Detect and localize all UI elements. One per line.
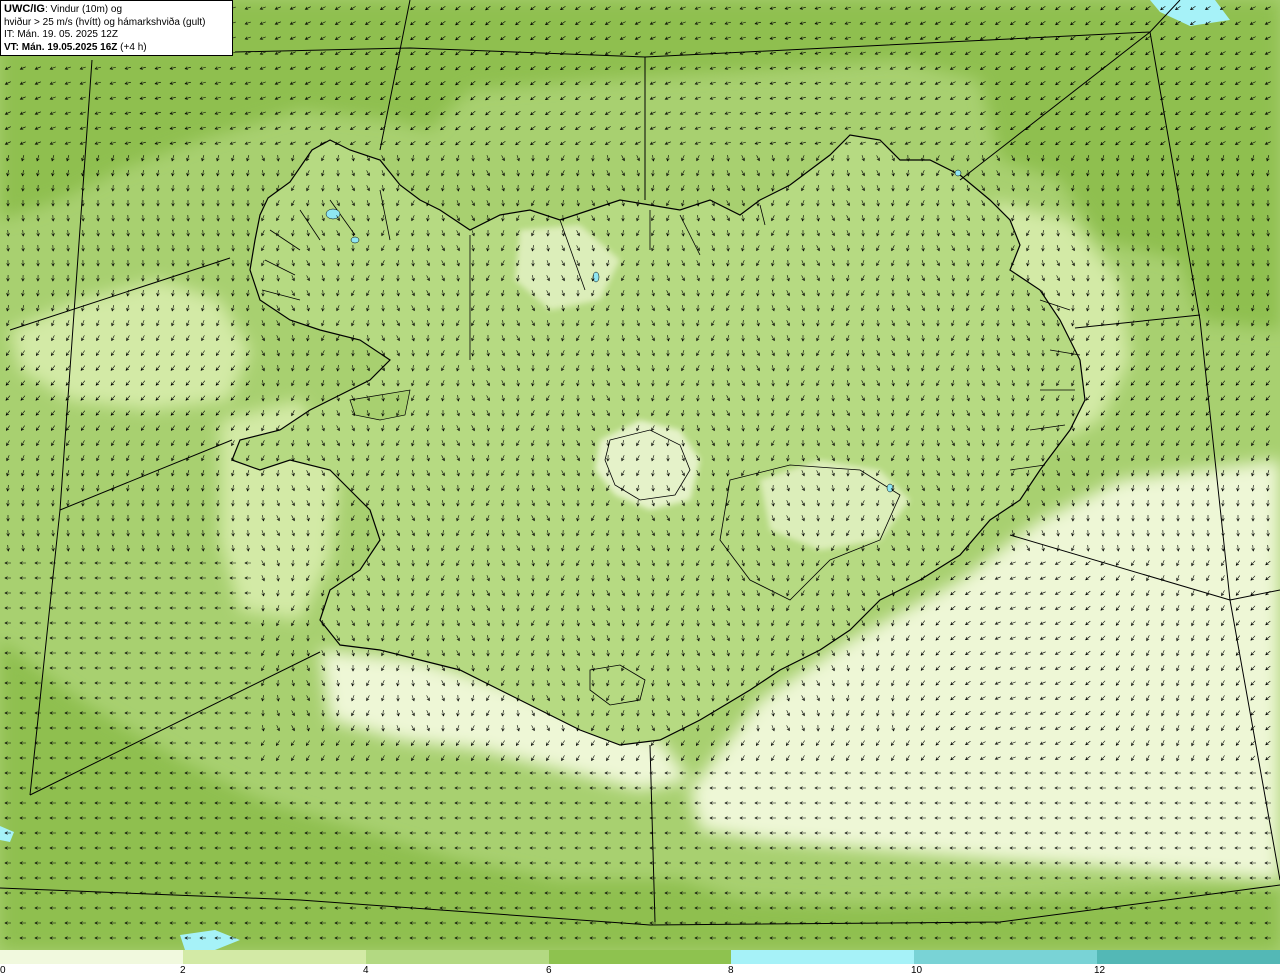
info-line-3: IT: Mán. 19. 05. 2025 12Z <box>4 29 118 40</box>
variable-text: : Vindur (10m) og <box>44 4 123 15</box>
wind-map: UWC/IG: Vindur (10m) og hviður > 25 m/s … <box>0 0 1280 950</box>
legend-swatch <box>548 950 732 964</box>
lead-time: (+4 h) <box>117 41 147 53</box>
legend-tick-label: 8 <box>728 965 734 976</box>
legend-swatch <box>1097 950 1280 964</box>
lake <box>954 169 962 177</box>
valid-time: VT: Mán. 19.05.2025 16Z <box>4 41 118 53</box>
info-line-4: VT: Mán. 19.05.2025 16Z (+4 h) <box>4 42 229 55</box>
legend-bar <box>0 950 1280 964</box>
legend-ticks: 0 2 4 6 8 10 12 <box>0 964 1280 978</box>
lake <box>592 271 600 283</box>
legend-swatch <box>0 950 183 964</box>
legend-swatch <box>914 950 1098 964</box>
legend-tick-label: 10 <box>911 965 923 976</box>
legend-tick-label: 12 <box>1094 965 1106 976</box>
legend-tick-label: 0 <box>0 965 6 976</box>
legend-tick-label: 2 <box>180 965 186 976</box>
legend-swatch <box>182 950 366 964</box>
legend-swatch <box>731 950 915 964</box>
legend-tick-label: 6 <box>546 965 552 976</box>
map-info-box: UWC/IG: Vindur (10m) og hviður > 25 m/s … <box>0 0 233 56</box>
lake <box>350 236 360 244</box>
info-line-2: hviður > 25 m/s (hvítt) og hámarkshviða … <box>4 16 206 28</box>
wind-map-canvas <box>0 0 1280 950</box>
legend-tick-label: 4 <box>363 965 369 976</box>
model-code: UWC/IG <box>4 3 45 15</box>
info-line-1: UWC/IG: Vindur (10m) og <box>4 3 229 17</box>
color-legend: 0 2 4 6 8 10 12 <box>0 950 1280 978</box>
legend-swatch <box>365 950 549 964</box>
